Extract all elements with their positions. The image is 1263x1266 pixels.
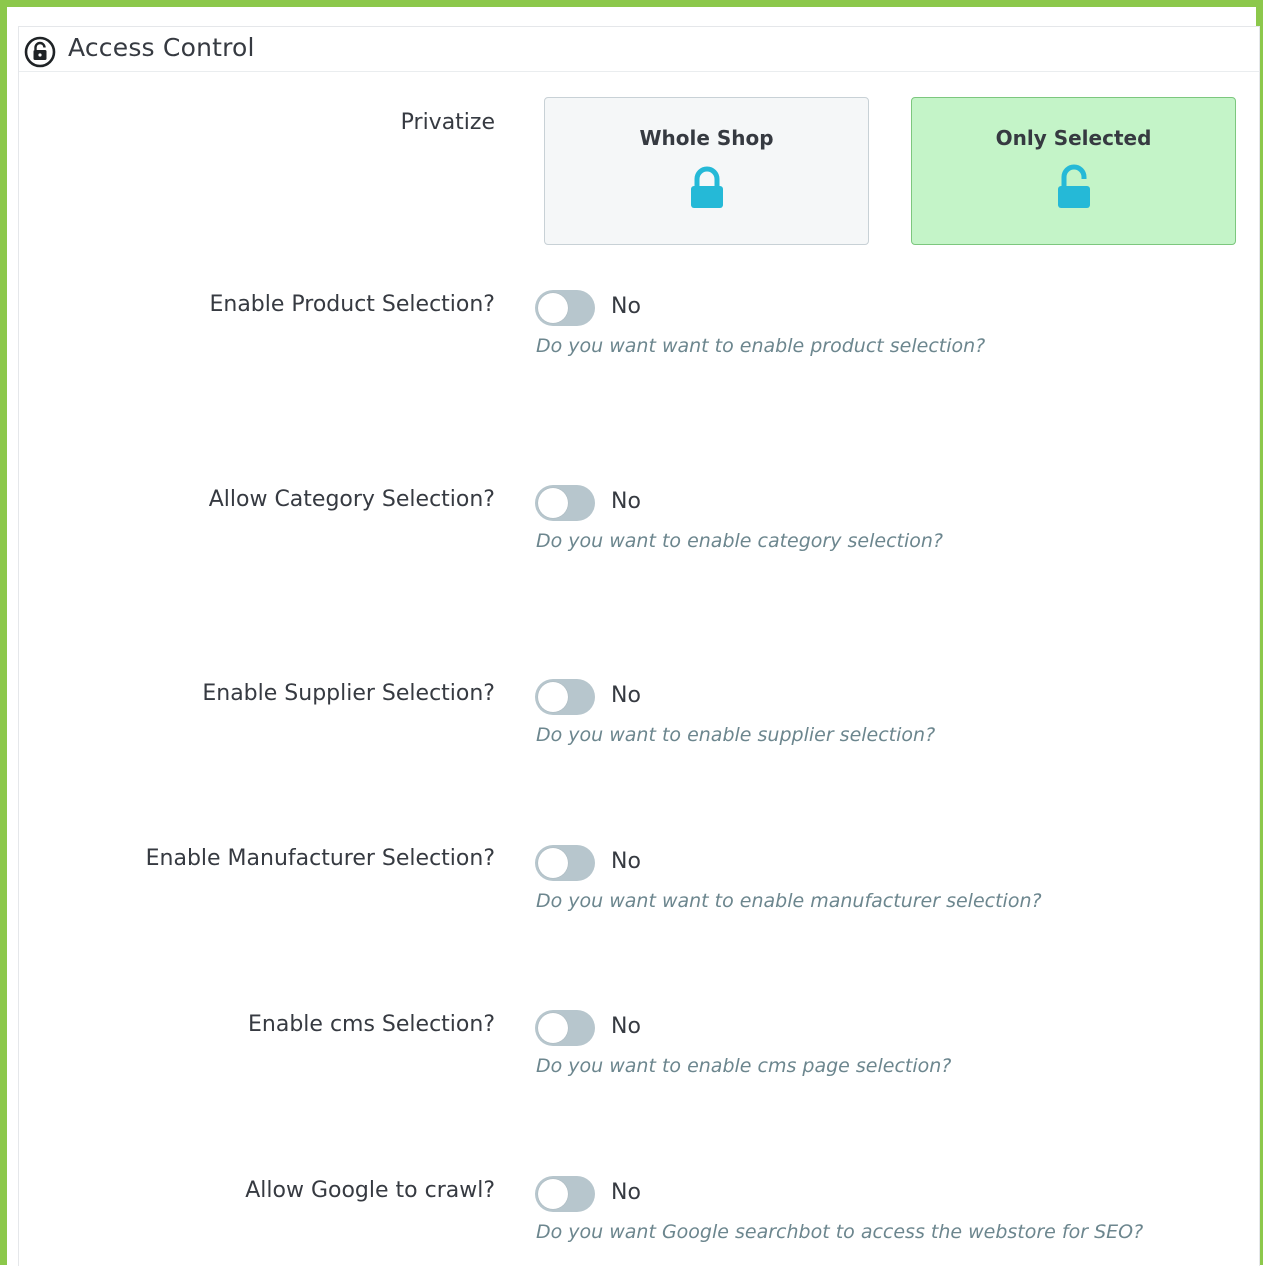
setting-label-manufacturer-selection: Enable Manufacturer Selection?: [145, 846, 495, 871]
toggle-state-product-selection: No: [611, 294, 641, 319]
option-only-selected-label: Only Selected: [995, 126, 1152, 150]
toggle-knob: [538, 293, 568, 323]
help-product-selection: Do you want want to enable product selec…: [536, 335, 986, 357]
option-whole-shop-label: Whole Shop: [639, 126, 774, 150]
setting-label-cms-selection: Enable cms Selection?: [248, 1012, 495, 1037]
option-whole-shop[interactable]: Whole Shop: [544, 97, 869, 245]
option-only-selected[interactable]: Only Selected: [911, 97, 1236, 245]
toggle-knob: [538, 1179, 568, 1209]
help-google-crawl: Do you want Google searchbot to access t…: [536, 1221, 1144, 1243]
toggle-knob: [538, 682, 568, 712]
toggle-product-selection[interactable]: [535, 290, 595, 326]
privatize-label: Privatize: [400, 110, 495, 135]
toggle-state-category-selection: No: [611, 489, 641, 514]
panel-title: Access Control: [68, 33, 255, 62]
setting-label-product-selection: Enable Product Selection?: [209, 292, 495, 317]
toggle-knob: [538, 848, 568, 878]
toggle-knob: [538, 1013, 568, 1043]
toggle-state-google-crawl: No: [611, 1180, 641, 1205]
lock-circle-icon: [24, 36, 56, 68]
toggle-supplier-selection[interactable]: [535, 679, 595, 715]
toggle-state-supplier-selection: No: [611, 683, 641, 708]
setting-label-category-selection: Allow Category Selection?: [208, 487, 495, 512]
toggle-google-crawl[interactable]: [535, 1176, 595, 1212]
toggle-category-selection[interactable]: [535, 485, 595, 521]
toggle-cms-selection[interactable]: [535, 1010, 595, 1046]
help-category-selection: Do you want to enable category selection…: [536, 530, 944, 552]
toggle-state-manufacturer-selection: No: [611, 849, 641, 874]
setting-label-supplier-selection: Enable Supplier Selection?: [202, 681, 495, 706]
setting-label-google-crawl: Allow Google to crawl?: [245, 1178, 495, 1203]
lock-open-icon: [1057, 164, 1090, 208]
help-manufacturer-selection: Do you want want to enable manufacturer …: [536, 890, 1042, 912]
toggle-state-cms-selection: No: [611, 1014, 641, 1039]
panel-header: Access Control: [19, 27, 1259, 72]
lock-closed-icon: [690, 166, 723, 208]
toggle-knob: [538, 488, 568, 518]
toggle-manufacturer-selection[interactable]: [535, 845, 595, 881]
help-supplier-selection: Do you want to enable supplier selection…: [536, 724, 936, 746]
help-cms-selection: Do you want to enable cms page selection…: [536, 1055, 952, 1077]
